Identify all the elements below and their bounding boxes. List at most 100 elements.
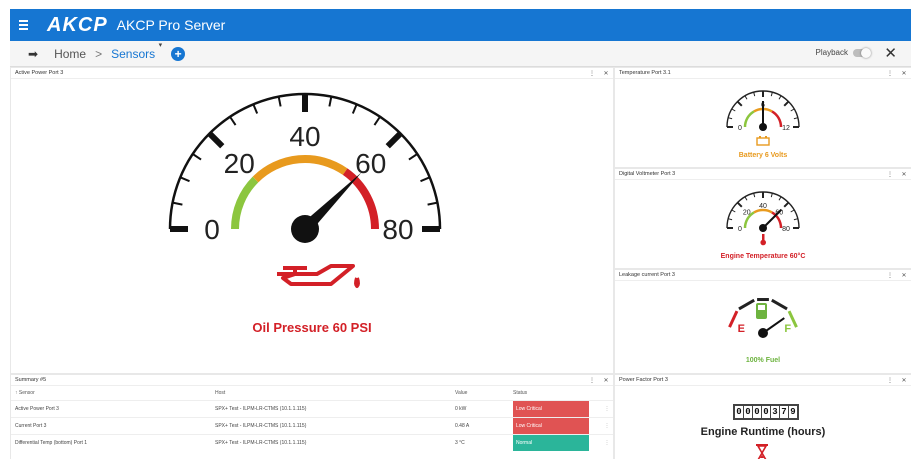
cell-host: SPX+ Test - ILPM-LR-CTMS (10.1.1.115) <box>211 433 451 451</box>
gauge-hub <box>758 328 768 338</box>
playback-control: Playback <box>815 47 871 58</box>
close-icon[interactable]: ✕ <box>897 377 911 384</box>
runtime-counter: 0000379 <box>733 404 799 420</box>
counter-digit: 0 <box>735 406 743 418</box>
panel-title: Power Factor Port 3 <box>619 377 668 383</box>
tick-label: 40 <box>289 121 320 152</box>
more-vertical-icon[interactable]: ⋮ <box>585 70 599 77</box>
column-header-host[interactable]: Host <box>211 386 451 400</box>
sort-icon[interactable]: ↑ <box>15 390 18 396</box>
table-row[interactable]: Differential Temp (bottom) Port 1 SPX+ T… <box>11 433 613 451</box>
small-gauge-1: 0612Battery 6 Volts <box>726 90 800 159</box>
close-icon[interactable]: ✕ <box>897 272 911 279</box>
thermometer-bulb <box>760 239 766 246</box>
oil-can-icon <box>277 264 360 288</box>
column-header-status[interactable]: Status <box>509 386 597 400</box>
tick-label: 0 <box>204 214 220 245</box>
battery-body <box>756 137 770 146</box>
minor-tick <box>172 201 183 206</box>
table-row[interactable]: Active Power Port 3 SPX+ Test - ILPM-LR-… <box>11 399 613 417</box>
logo: AKCP <box>47 13 108 36</box>
app-title: AKCP Pro Server <box>116 17 226 33</box>
breadcrumb-home[interactable]: Home <box>54 47 86 61</box>
gauge-caption: Battery 6 Volts <box>739 152 788 159</box>
counter-digit: 7 <box>780 406 788 418</box>
more-vertical-icon[interactable]: ⋮ <box>597 399 613 417</box>
gauge-segment <box>738 298 755 311</box>
fuel-pump-icon <box>756 303 767 319</box>
close-icon[interactable]: ✕ <box>897 70 911 77</box>
panel-title: Leakage current Port 3 <box>619 272 675 278</box>
cell-sensor: Active Power Port 3 <box>11 399 211 417</box>
small-gauge-panel-1: Temperature Port 3.1 ⋮ ✕ 0612Battery 6 V… <box>615 68 911 167</box>
tick <box>753 193 756 198</box>
more-vertical-icon[interactable]: ⋮ <box>597 433 613 451</box>
tick <box>736 201 743 208</box>
top-bar: AKCP AKCP Pro Server <box>10 9 911 41</box>
sign-out-icon[interactable]: ➡ <box>28 47 38 61</box>
more-vertical-icon[interactable]: ⋮ <box>883 377 897 384</box>
counter-digit: 0 <box>753 406 761 418</box>
tick <box>770 92 773 97</box>
menu-icon[interactable] <box>19 13 43 37</box>
major-tick <box>385 131 403 149</box>
more-vertical-icon[interactable]: ⋮ <box>585 377 599 384</box>
playback-toggle[interactable] <box>853 47 871 58</box>
breadcrumb-sensors[interactable]: Sensors <box>111 41 162 61</box>
column-header-sensor[interactable]: ↑ Sensor <box>11 386 211 400</box>
column-header-value[interactable]: Value <box>451 386 509 400</box>
status-badge: Normal <box>513 434 589 451</box>
table-header-row: ↑ Sensor Host Value Status <box>11 386 613 400</box>
panel-header: Power Factor Port 3 ⋮ ✕ <box>615 375 911 386</box>
green-zone-arc <box>743 110 755 128</box>
small-gauge-panel-3: Leakage current Port 3 ⋮ ✕ E F 100% Fuel <box>615 270 911 373</box>
tick <box>728 117 733 120</box>
cell-host: SPX+ Test - ILPM-LR-CTMS (10.1.1.115) <box>211 416 451 434</box>
oil-drop <box>354 277 360 288</box>
battery-terminal <box>765 136 767 138</box>
add-button[interactable]: + <box>171 46 186 61</box>
hourglass-icon <box>756 444 768 459</box>
app-window: AKCP AKCP Pro Server ➡ Home > Sensors + … <box>10 9 911 459</box>
small-gauge-panel-2: Digital Voltmeter Port 3 ⋮ ✕ 0 20 40 60 80 En… <box>615 169 911 268</box>
minor-tick <box>328 96 333 107</box>
tick <box>790 209 795 213</box>
thermometer-icon <box>760 234 766 246</box>
column-header-actions <box>597 386 613 400</box>
minor-tick <box>408 153 418 161</box>
tick <box>793 117 798 120</box>
tick <box>731 108 736 112</box>
more-vertical-icon[interactable]: ⋮ <box>883 171 897 178</box>
red-zone-arc <box>771 110 783 128</box>
toolbar: ➡ Home > Sensors + Playback ✕ <box>10 41 911 67</box>
more-vertical-icon[interactable]: ⋮ <box>883 272 897 279</box>
tick <box>744 196 748 201</box>
gauge-segment <box>771 298 788 311</box>
minor-tick <box>420 176 431 183</box>
cell-value: 0.48 A <box>451 416 509 434</box>
tick-label: 80 <box>382 214 413 245</box>
close-icon[interactable]: ✕ <box>884 44 897 62</box>
cell-sensor: Differential Temp (bottom) Port 1 <box>11 433 211 451</box>
close-icon[interactable]: ✕ <box>897 171 911 178</box>
status-badge: Low Critical <box>513 400 589 417</box>
tick-label: 80 <box>782 226 790 233</box>
close-icon[interactable]: ✕ <box>599 70 613 77</box>
summary-panel: Summary #5 ⋮ ✕ ↑ Sensor Host Value Statu… <box>11 375 613 459</box>
more-vertical-icon[interactable]: ⋮ <box>597 416 613 434</box>
minor-tick <box>252 103 259 114</box>
playback-label: Playback <box>815 48 848 57</box>
tick <box>770 193 773 198</box>
more-vertical-icon[interactable]: ⋮ <box>883 70 897 77</box>
red-zone-arc <box>342 168 379 230</box>
cell-sensor: Current Port 3 <box>11 416 211 434</box>
table-row[interactable]: Current Port 3 SPX+ Test - ILPM-LR-CTMS … <box>11 416 613 434</box>
amber-zone-arc <box>753 208 773 214</box>
tick <box>744 95 748 100</box>
minor-tick <box>192 153 202 161</box>
counter-digit: 9 <box>789 406 797 418</box>
gauge-hub <box>291 215 319 243</box>
close-icon[interactable]: ✕ <box>599 377 613 384</box>
full-label: F <box>784 323 791 335</box>
tick-label: 12 <box>782 125 790 132</box>
